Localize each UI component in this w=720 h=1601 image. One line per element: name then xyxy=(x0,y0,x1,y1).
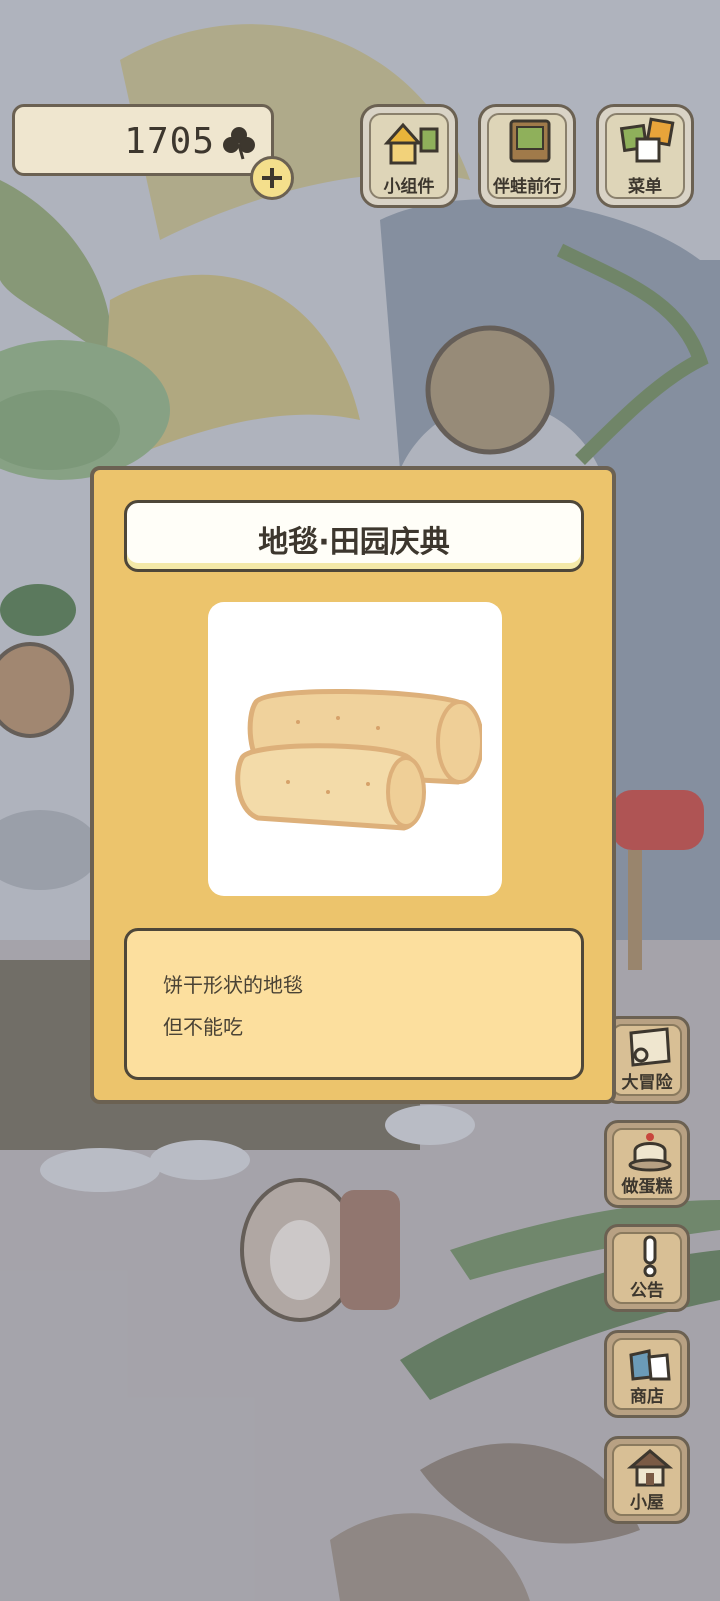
clover-counter: 1705 xyxy=(12,104,274,176)
widget-icon xyxy=(383,122,439,165)
item-detail-dialog[interactable]: 地毯·田园庆典 饼干形状的地毯 但不能吃 xyxy=(90,466,616,1104)
biscuit-rug-icon xyxy=(235,688,482,831)
cottage-button-label: 小屋 xyxy=(630,1493,664,1513)
map-icon xyxy=(629,1027,671,1067)
item-title-box: 地毯·田园庆典 xyxy=(124,500,584,572)
cake-icon xyxy=(628,1133,672,1172)
menu-button[interactable]: 菜单 xyxy=(596,104,694,208)
notice-button[interactable]: 公告 xyxy=(604,1224,690,1312)
add-clover-button[interactable] xyxy=(250,156,294,200)
shop-bags-icon xyxy=(629,1349,671,1381)
description-line: 饼干形状的地毯 xyxy=(163,973,303,997)
clover-icon xyxy=(223,127,255,160)
plus-icon xyxy=(262,168,282,188)
bake-cake-button-label: 做蛋糕 xyxy=(621,1177,673,1197)
item-description-box: 饼干形状的地毯 但不能吃 xyxy=(124,928,584,1080)
shop-button-label: 商店 xyxy=(630,1387,664,1407)
house-icon xyxy=(627,1449,673,1487)
bake-cake-button[interactable]: 做蛋糕 xyxy=(604,1120,690,1208)
menu-button-label: 菜单 xyxy=(628,177,662,197)
journey-button-label: 伴蛙前行 xyxy=(493,177,561,197)
widget-button-label: 小组件 xyxy=(383,177,435,197)
item-title: 地毯·田园庆典 xyxy=(258,525,450,560)
journey-button[interactable]: 伴蛙前行 xyxy=(478,104,576,208)
item-image-box xyxy=(208,602,502,896)
description-line: 但不能吃 xyxy=(163,1015,243,1039)
clover-count: 1705 xyxy=(124,121,215,162)
menu-cards-icon xyxy=(619,117,675,163)
adventure-button-label: 大冒险 xyxy=(621,1073,673,1093)
widget-button[interactable]: 小组件 xyxy=(360,104,458,208)
book-icon xyxy=(509,119,551,163)
exclamation-icon xyxy=(643,1235,657,1277)
adventure-button[interactable]: 大冒险 xyxy=(604,1016,690,1104)
shop-button[interactable]: 商店 xyxy=(604,1330,690,1418)
notice-button-label: 公告 xyxy=(630,1281,664,1301)
cottage-button[interactable]: 小屋 xyxy=(604,1436,690,1524)
